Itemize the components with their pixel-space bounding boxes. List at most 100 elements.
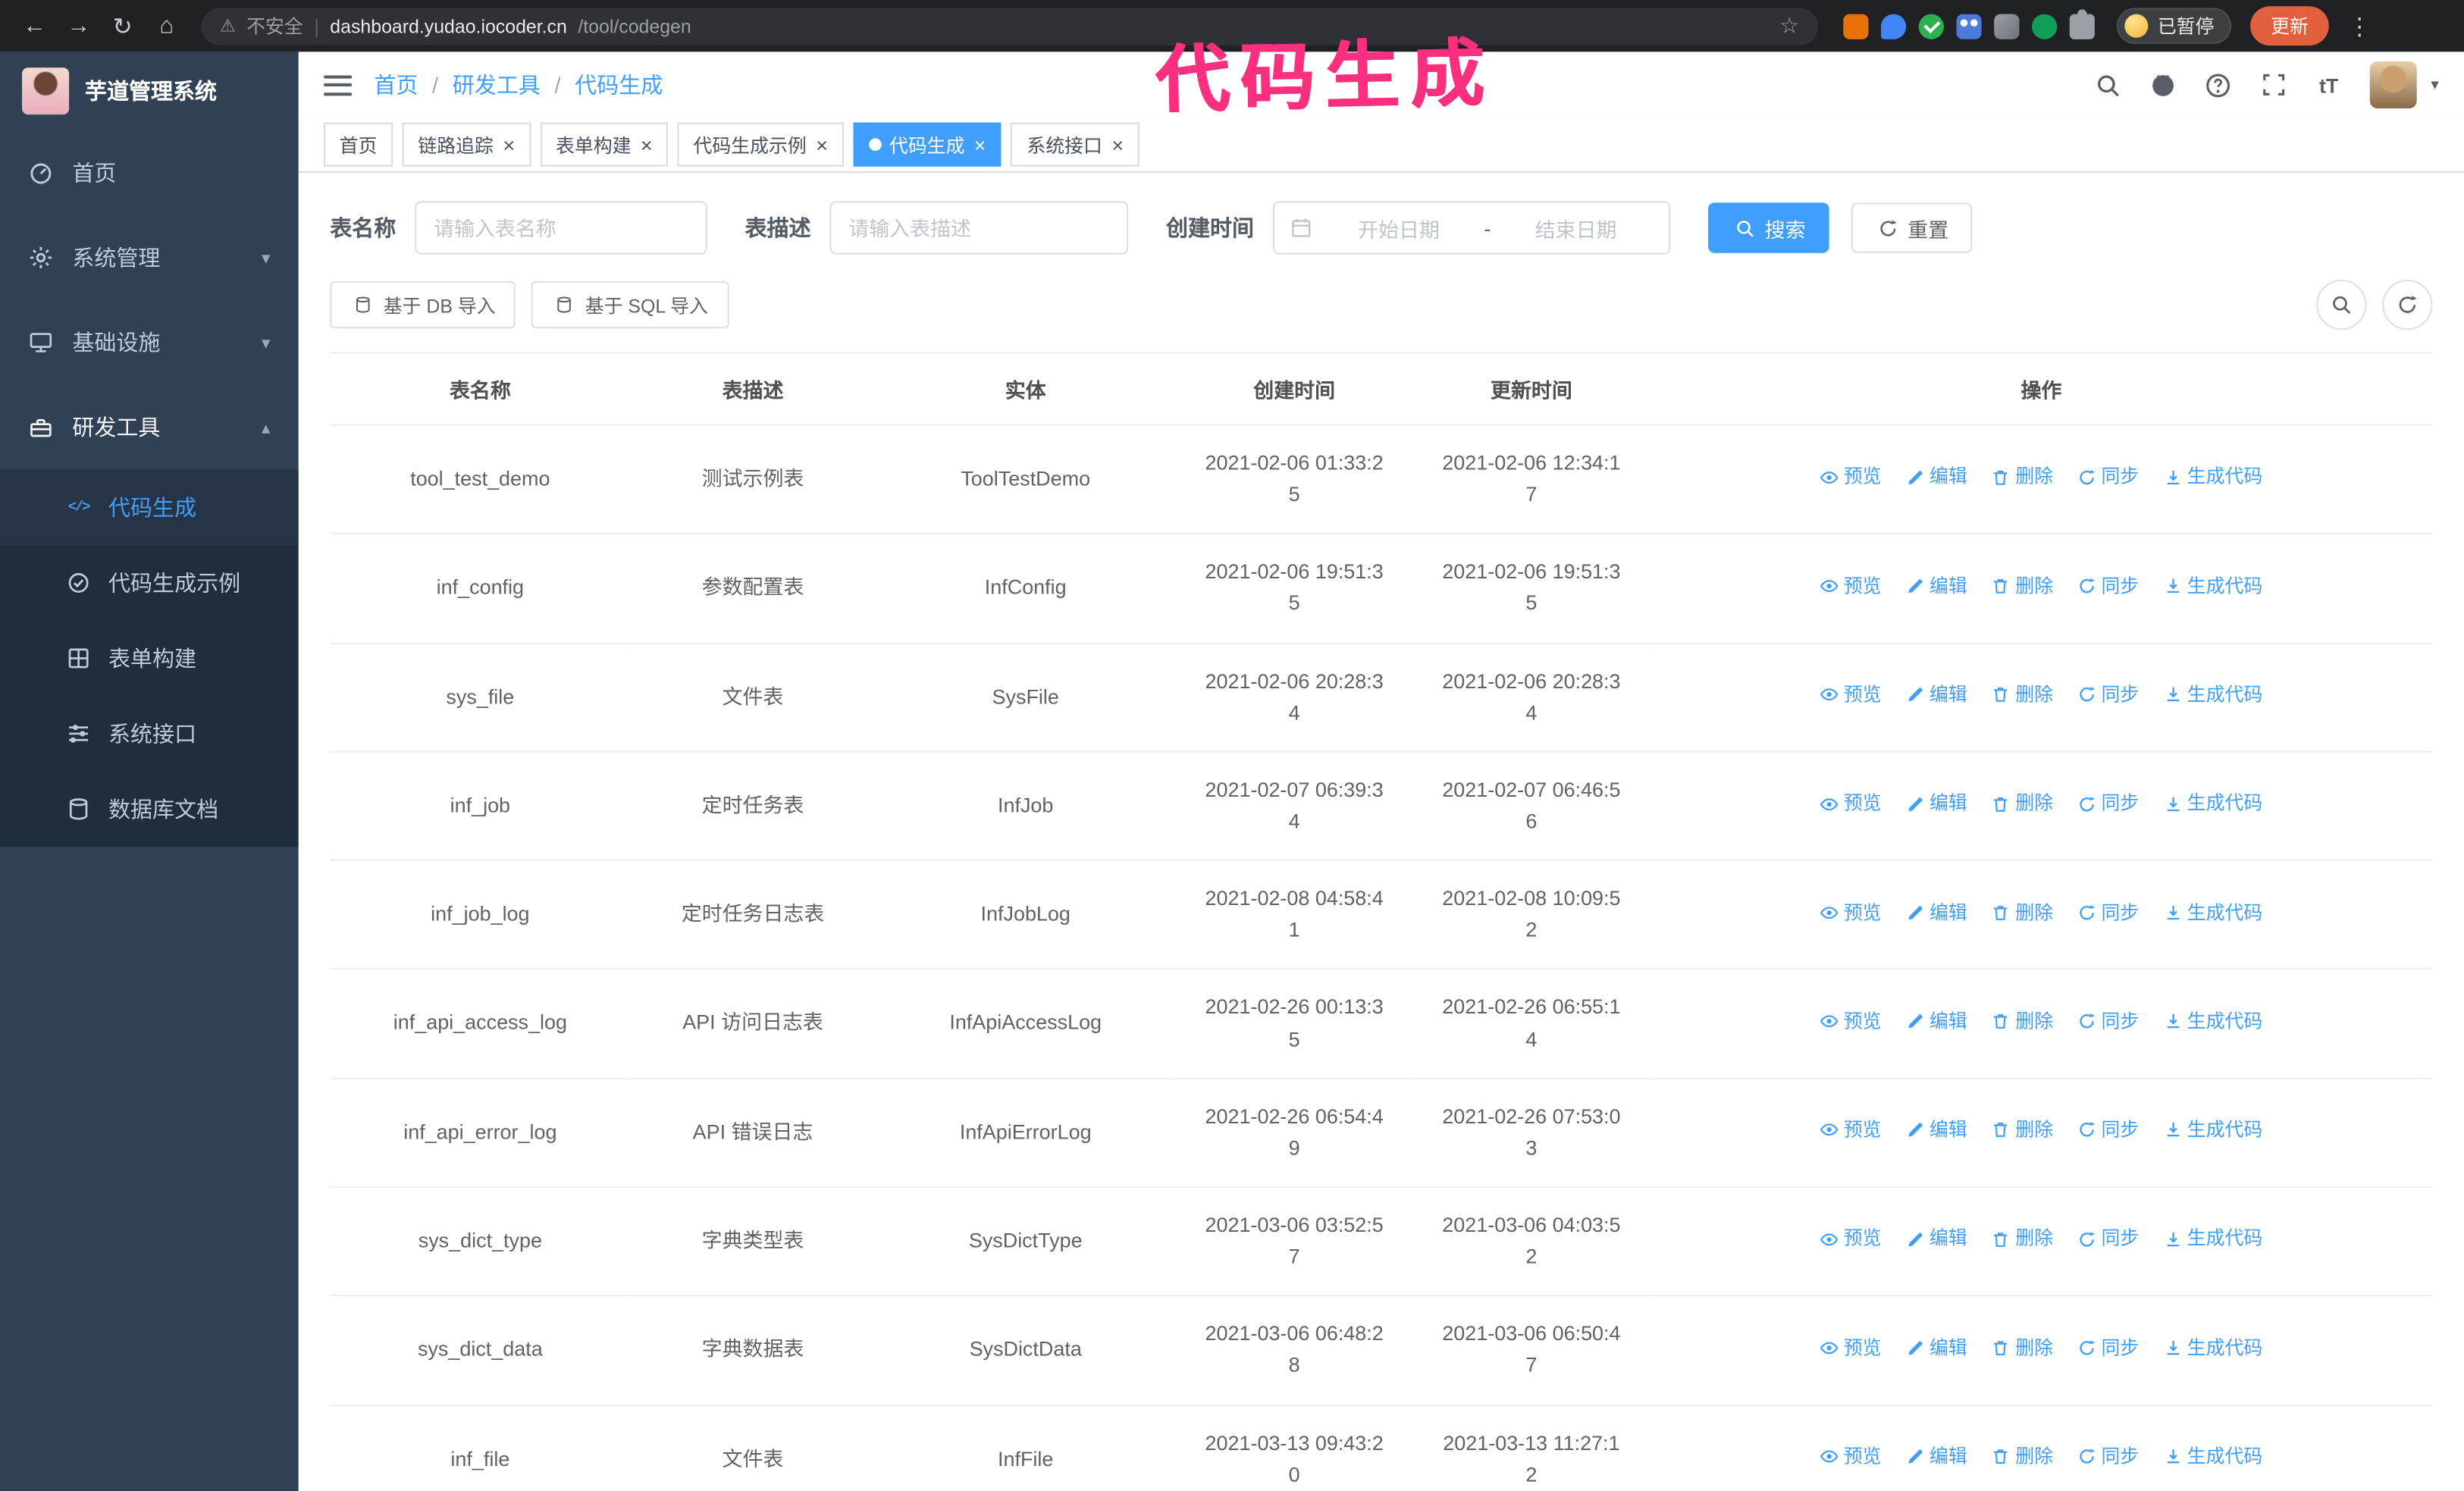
tab-codegen[interactable]: 代码生成 × [853,122,1002,167]
close-icon[interactable]: × [814,134,828,155]
sidebar-item-dev-tools[interactable]: 研发工具 ▴ [0,385,299,470]
sync-link[interactable]: 同步 [2077,1007,2139,1036]
extension-icon[interactable] [1881,13,1907,39]
search-button[interactable]: 搜索 [1708,202,1829,253]
sync-link[interactable]: 同步 [2077,680,2139,709]
edit-link[interactable]: 编辑 [1906,462,1967,492]
sync-link[interactable]: 同步 [2077,462,2139,492]
address-bar[interactable]: ⚠ 不安全 | dashboard.yudao.iocoder.cn/tool/… [201,7,1819,45]
edit-link[interactable]: 编辑 [1906,1224,1967,1254]
close-icon[interactable]: × [1110,134,1124,155]
delete-link[interactable]: 删除 [1992,1442,2053,1472]
delete-link[interactable]: 删除 [1992,1333,2053,1363]
edit-link[interactable]: 编辑 [1906,680,1967,709]
sync-link[interactable]: 同步 [2077,1442,2139,1472]
edit-link[interactable]: 编辑 [1906,1007,1967,1036]
table-desc-input[interactable] [829,201,1129,255]
sidebar-item-system[interactable]: 系统管理 ▾ [0,215,299,300]
sidebar-item-codegen[interactable]: </> 代码生成 [0,469,299,546]
generate-code-link[interactable]: 生成代码 [2164,789,2262,819]
browser-forward-button[interactable]: → [60,7,98,45]
tab-trace[interactable]: 链路追踪 × [402,122,531,167]
preview-link[interactable]: 预览 [1820,1224,1881,1254]
user-avatar[interactable] [2369,61,2417,109]
generate-code-link[interactable]: 生成代码 [2164,680,2262,709]
preview-link[interactable]: 预览 [1820,462,1881,492]
sync-link[interactable]: 同步 [2077,1333,2139,1363]
sidebar-item-system-api[interactable]: 系统接口 [0,696,299,771]
extensions-puzzle-icon[interactable] [2069,8,2095,39]
close-icon[interactable]: × [639,134,653,155]
generate-code-link[interactable]: 生成代码 [2164,1116,2262,1145]
preview-link[interactable]: 预览 [1820,1442,1881,1472]
edit-link[interactable]: 编辑 [1906,1116,1967,1145]
edit-link[interactable]: 编辑 [1906,572,1967,601]
generate-code-link[interactable]: 生成代码 [2164,1224,2262,1254]
edit-link[interactable]: 编辑 [1906,789,1967,819]
generate-code-link[interactable]: 生成代码 [2164,898,2262,928]
preview-link[interactable]: 预览 [1820,680,1881,709]
tab-home[interactable]: 首页 [323,122,393,167]
help-icon[interactable] [2205,70,2233,99]
search-icon[interactable] [2095,70,2123,99]
delete-link[interactable]: 删除 [1992,898,2053,928]
delete-link[interactable]: 删除 [1992,462,2053,492]
profile-paused-badge[interactable]: 已暂停 [2116,8,2232,45]
avatar-caret-icon[interactable]: ▾ [2431,77,2438,94]
delete-link[interactable]: 删除 [1992,1116,2053,1145]
preview-link[interactable]: 预览 [1820,1333,1881,1363]
browser-back-button[interactable]: ← [16,7,54,45]
sidebar-item-home[interactable]: 首页 [0,130,299,215]
generate-code-link[interactable]: 生成代码 [2164,462,2262,492]
refresh-table-button[interactable] [2382,279,2433,330]
extension-icon[interactable] [1843,13,1869,39]
extension-icon[interactable] [2032,13,2058,39]
generate-code-link[interactable]: 生成代码 [2164,1333,2262,1363]
generate-code-link[interactable]: 生成代码 [2164,1007,2262,1036]
browser-home-button[interactable]: ⌂ [148,7,186,45]
breadcrumb-dev-tools[interactable]: 研发工具 [453,69,541,100]
delete-link[interactable]: 删除 [1992,789,2053,819]
delete-link[interactable]: 删除 [1992,1224,2053,1254]
sync-link[interactable]: 同步 [2077,898,2139,928]
import-sql-button[interactable]: 基于 SQL 导入 [531,281,729,329]
toggle-search-button[interactable] [2316,279,2367,330]
import-db-button[interactable]: 基于 DB 导入 [330,281,516,329]
sidebar-item-db-doc[interactable]: 数据库文档 [0,772,299,847]
extension-icon[interactable] [1956,13,1982,39]
bookmark-star-icon[interactable]: ☆ [1779,13,1799,39]
tab-system-api[interactable]: 系统接口 × [1011,122,1140,167]
tab-codegen-example[interactable]: 代码生成示例 × [677,122,844,167]
preview-link[interactable]: 预览 [1820,1007,1881,1036]
sync-link[interactable]: 同步 [2077,1116,2139,1145]
extension-icon[interactable] [1918,13,1944,39]
breadcrumb-home[interactable]: 首页 [374,69,418,100]
preview-link[interactable]: 预览 [1820,572,1881,601]
edit-link[interactable]: 编辑 [1906,898,1967,928]
browser-menu-icon[interactable]: ⋮ [2341,12,2378,40]
fullscreen-icon[interactable] [2259,70,2287,99]
sync-link[interactable]: 同步 [2077,789,2139,819]
delete-link[interactable]: 删除 [1992,680,2053,709]
table-name-input[interactable] [415,201,707,255]
font-size-icon[interactable]: tT [2315,70,2343,99]
preview-link[interactable]: 预览 [1820,1116,1881,1145]
reset-button[interactable]: 重置 [1851,202,1973,253]
close-icon[interactable]: × [501,134,515,155]
tab-form-builder[interactable]: 表单构建 × [540,122,669,167]
sync-link[interactable]: 同步 [2077,1224,2139,1254]
delete-link[interactable]: 删除 [1992,1007,2053,1036]
preview-link[interactable]: 预览 [1820,789,1881,819]
close-icon[interactable]: × [973,134,986,155]
sidebar-item-infrastructure[interactable]: 基础设施 ▾ [0,300,299,385]
browser-reload-button[interactable]: ↻ [104,7,142,45]
extension-icon[interactable] [1994,13,2020,39]
edit-link[interactable]: 编辑 [1906,1333,1967,1363]
sync-link[interactable]: 同步 [2077,572,2139,601]
sidebar-item-form-builder[interactable]: 表单构建 [0,621,299,696]
sidebar-toggle-icon[interactable] [323,74,353,96]
browser-update-button[interactable]: 更新 [2250,6,2329,46]
delete-link[interactable]: 删除 [1992,572,2053,601]
edit-link[interactable]: 编辑 [1906,1442,1967,1472]
generate-code-link[interactable]: 生成代码 [2164,572,2262,601]
